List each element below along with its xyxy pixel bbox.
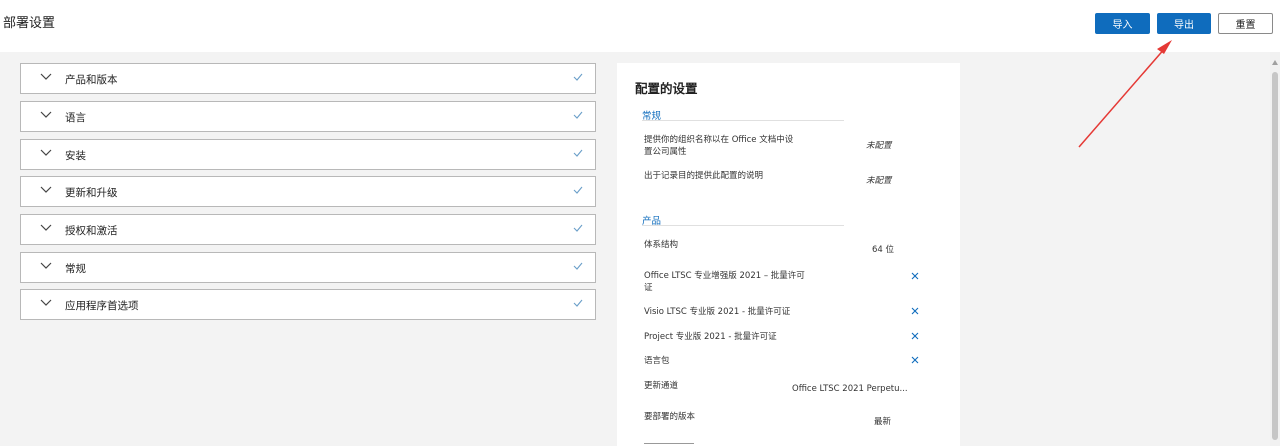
product-item: 语言包 [644, 356, 670, 366]
import-button[interactable]: 导入 [1095, 13, 1150, 34]
checkmark-icon [573, 299, 583, 307]
accordion-installation[interactable]: 安装 [20, 139, 596, 170]
accordion-label: 授权和激活 [65, 225, 118, 237]
page-scrollbar[interactable] [1270, 52, 1280, 446]
setting-value: Office LTSC 2021 Perpetu... [792, 384, 908, 394]
checkmark-icon [573, 262, 583, 270]
setting-label-line: 置公司属性 [644, 147, 687, 157]
chevron-down-icon [40, 224, 52, 231]
chevron-down-icon [40, 73, 52, 80]
checkmark-icon [573, 224, 583, 232]
section-divider [642, 225, 844, 226]
reset-button[interactable]: 重置 [1218, 13, 1273, 34]
page-title: 部署设置 [3, 16, 56, 31]
page-header: 部署设置 导入 导出 重置 [0, 0, 1280, 52]
chevron-down-icon [40, 149, 52, 156]
accordion-label: 常规 [65, 263, 86, 275]
accordion-licensing-and-activation[interactable]: 授权和激活 [20, 214, 596, 245]
accordion-updates-and-upgrades[interactable]: 更新和升级 [20, 176, 596, 207]
product-item: Project 专业版 2021 - 批量许可证 [644, 332, 777, 342]
checkmark-icon [573, 73, 583, 81]
setting-label-line: 提供你的组织名称以在 Office 文档中设 [644, 135, 794, 145]
accordion-language[interactable]: 语言 [20, 101, 596, 132]
scroll-thumb[interactable] [1272, 72, 1278, 440]
remove-x-icon[interactable] [911, 272, 919, 280]
chevron-down-icon [40, 111, 52, 118]
setting-value: 最新 [874, 417, 892, 427]
summary-title: 配置的设置 [635, 81, 698, 96]
product-item: Visio LTSC 专业版 2021 - 批量许可证 [644, 307, 791, 317]
setting-value: 未配置 [866, 176, 892, 186]
remove-x-icon[interactable] [911, 356, 919, 364]
chevron-down-icon [40, 186, 52, 193]
checkmark-icon [573, 111, 583, 119]
accordion-label: 应用程序首选项 [65, 300, 139, 312]
export-button[interactable]: 导出 [1157, 13, 1211, 34]
accordion-general[interactable]: 常规 [20, 252, 596, 283]
product-item-line: Office LTSC 专业增强版 2021 – 批量许可 [644, 271, 805, 281]
accordion-label: 语言 [65, 112, 86, 124]
setting-label: 更新通道 [644, 381, 679, 391]
product-item-line: 证 [644, 283, 653, 293]
setting-label: 体系结构 [644, 240, 679, 250]
checkmark-icon [573, 186, 583, 194]
product-item: Office LTSC 专业增强版 2021 – 批量许可 证 [644, 270, 805, 294]
scroll-up-icon[interactable] [1272, 60, 1278, 65]
setting-label-cutoff [644, 441, 704, 446]
accordion-label: 更新和升级 [65, 187, 118, 199]
accordion-label: 安装 [65, 150, 86, 162]
accordion-products-and-versions[interactable]: 产品和版本 [20, 63, 596, 94]
setting-value: 未配置 [866, 141, 892, 151]
setting-label: 提供你的组织名称以在 Office 文档中设 置公司属性 [644, 134, 793, 158]
remove-x-icon[interactable] [911, 332, 919, 340]
accordion-application-preferences[interactable]: 应用程序首选项 [20, 289, 596, 320]
chevron-down-icon [40, 299, 52, 306]
accordion-label: 产品和版本 [65, 74, 118, 86]
remove-x-icon[interactable] [911, 307, 919, 315]
setting-label: 要部署的版本 [644, 412, 696, 422]
configured-settings-panel: 配置的设置 常规 提供你的组织名称以在 Office 文档中设 置公司属性 未配… [617, 63, 960, 446]
section-divider [642, 120, 844, 121]
setting-value: 64 位 [872, 245, 895, 255]
setting-label: 出于记录目的提供此配置的说明 [644, 171, 764, 181]
checkmark-icon [573, 149, 583, 157]
chevron-down-icon [40, 262, 52, 269]
